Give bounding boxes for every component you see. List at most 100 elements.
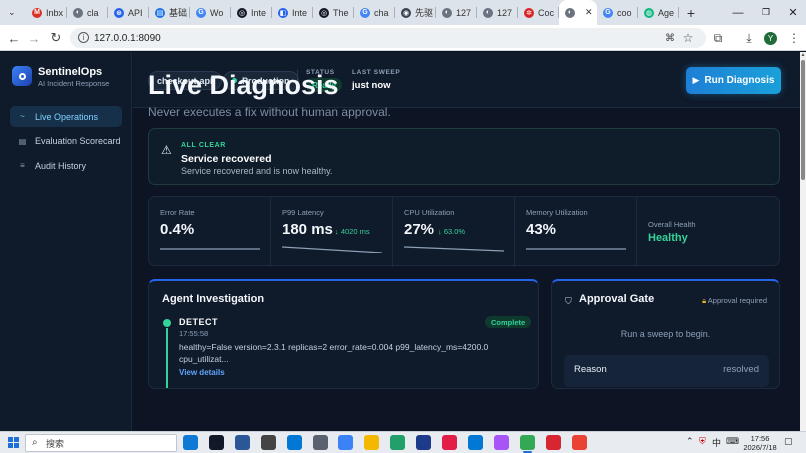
reload-button[interactable]: ↻ (46, 25, 66, 51)
download-icon[interactable]: ⤓ (741, 30, 757, 46)
step-status-dot (163, 319, 171, 327)
taskbar-app-chrome-icon[interactable] (519, 435, 535, 453)
tray-chevron-icon[interactable]: ⌃ (686, 436, 694, 447)
minimize-button[interactable]: — (724, 0, 752, 25)
tab-label: 127 (456, 7, 472, 18)
browser-tab[interactable]: ◐ 127 (477, 0, 518, 25)
browser-tab[interactable]: ◐ cla (67, 0, 108, 25)
browser-tab[interactable]: Gcha (354, 0, 395, 25)
reason-row: Reason resolved (564, 355, 769, 387)
keyboard-tray-icon[interactable]: ⌨ (726, 436, 739, 447)
alert-title: Service recovered (181, 153, 272, 165)
windows-start-icon[interactable] (8, 437, 19, 448)
step-details-line: healthy=False version=2.3.1 replicas=2 e… (179, 342, 489, 352)
taskbar-app-calendar-icon[interactable] (338, 435, 354, 450)
taskbar-search-input[interactable]: ⌕ 搜索 (25, 434, 177, 452)
tab-favicon-icon: ◎ (237, 7, 247, 18)
tab-search-button[interactable]: ⌄ (0, 0, 26, 25)
taskbar-app-notepad-icon[interactable] (312, 435, 328, 450)
taskbar-app-app13-icon[interactable] (493, 435, 509, 450)
taskbar-app-app5-icon[interactable] (286, 435, 302, 450)
tab-favicon-icon: ◐ (565, 7, 575, 18)
tab-favicon-icon: ◧ (278, 7, 288, 18)
taskbar-app-box-icon[interactable] (260, 435, 276, 450)
scrollbar-thumb[interactable] (801, 60, 805, 180)
close-tab-icon[interactable]: ✕ (585, 7, 593, 18)
taskbar-app-edge-icon[interactable] (183, 435, 198, 450)
tab-active[interactable]: ◐ ✕ (559, 0, 597, 25)
page-scrollbar[interactable]: ▲ (800, 52, 806, 431)
approval-message: Run a sweep to begin. (620, 329, 711, 339)
taskbar-app-app9-icon[interactable] (390, 435, 406, 450)
browser-tab[interactable]: ◎ Inte (231, 0, 272, 25)
taskbar-app-app10-icon[interactable] (416, 435, 432, 450)
windows-taskbar: ⌕ 搜索 ⌃ ⛨ 中 ⌨ 17:56 2026/7/18 ▢ (0, 431, 806, 453)
sidebar: SentinelOps AI Incident Response ~ Live O… (0, 52, 132, 431)
view-details-link[interactable]: View details (179, 368, 225, 377)
browser-tab[interactable]: ◐ 127 (436, 0, 477, 25)
browser-tab[interactable]: M Inbx (26, 0, 67, 25)
metrics-panel: Error Rate 0.4% P99 Latency 180 ms ↓ 402… (148, 196, 780, 267)
metric-memory-utilization: Memory Utilization 43% (515, 197, 636, 267)
browser-tab[interactable]: ▤ 基础 (149, 0, 190, 25)
metric-cpu-utilization: CPU Utilization 27% ↓ 63.0% (393, 197, 514, 267)
maximize-button[interactable]: ❐ (752, 0, 780, 25)
metric-value: 43% (526, 221, 557, 238)
browser-tab[interactable]: ◧ Inte (272, 0, 313, 25)
reason-label: Reason (574, 364, 607, 375)
browser-tab[interactable]: ⊛ API (108, 0, 149, 25)
run-diagnosis-button[interactable]: ▶ Run Diagnosis (686, 67, 781, 94)
tab-label: Coc (538, 7, 555, 18)
browser-tab[interactable]: ◉ 先驱 (395, 0, 436, 25)
taskbar-app-chrome2-icon[interactable] (571, 435, 587, 450)
metric-value: 180 ms (282, 221, 333, 238)
step-details: healthy=False version=2.3.1 replicas=2 e… (179, 341, 509, 365)
overall-health-value: Healthy (648, 232, 688, 244)
step-complete-badge: Complete (485, 316, 532, 328)
new-tab-button[interactable]: + (679, 0, 703, 25)
browser-tab[interactable]: Gcoo (597, 0, 638, 25)
sparkline (404, 246, 504, 252)
bookmark-star-icon[interactable]: ☆ (680, 30, 696, 46)
browser-tab[interactable]: ◍ Age (638, 0, 679, 25)
site-info-icon[interactable]: i (78, 32, 89, 43)
sidebar-item-evaluation-scorecard[interactable]: ▤ Evaluation Scorecard (10, 131, 122, 152)
sidebar-item-live-operations[interactable]: ~ Live Operations (10, 106, 122, 127)
card-title: Agent Investigation (162, 293, 265, 305)
back-button[interactable]: ← (4, 25, 24, 51)
last-sweep-label: LAST SWEEP (352, 69, 401, 76)
taskbar-app-wps-icon[interactable] (545, 435, 561, 450)
translate-icon[interactable]: ⌘ (662, 30, 678, 46)
browser-tab[interactable]: ✲ Coc (518, 0, 559, 25)
approval-required-label: 🔒︎ Approval required (702, 296, 767, 306)
metric-delta: ↓ 4020 ms (335, 227, 370, 236)
forward-button[interactable]: → (24, 25, 44, 51)
taskbar-app-files-icon[interactable] (364, 435, 380, 450)
taskbar-app-pycharm-icon[interactable] (208, 435, 224, 450)
sidebar-item-audit-history[interactable]: ≡ Audit History (10, 155, 122, 176)
antivirus-tray-icon[interactable]: ⛨ (699, 436, 706, 447)
taskbar-app-vscode-icon[interactable] (467, 435, 483, 450)
browser-tab[interactable]: ◎ The (313, 0, 354, 25)
clock-time: 17:56 (750, 434, 770, 443)
tab-favicon-icon: ▤ (155, 7, 165, 18)
browser-tab[interactable]: G Wo (190, 0, 231, 25)
tab-favicon-icon: ◐ (73, 7, 83, 18)
brand-name: SentinelOps (38, 66, 103, 78)
extensions-icon[interactable]: ⧉ (710, 30, 726, 46)
close-window-button[interactable]: ✕ (779, 0, 806, 25)
tab-favicon-icon: ⊛ (114, 7, 124, 18)
profile-avatar[interactable]: Y (764, 32, 777, 45)
taskbar-clock[interactable]: 17:56 2026/7/18 (742, 434, 778, 452)
overall-health: Overall Health Healthy (637, 197, 780, 267)
ime-indicator[interactable]: 中 (712, 436, 721, 449)
tab-favicon-icon: ✲ (524, 7, 534, 18)
taskbar-app-app3-icon[interactable] (234, 435, 250, 450)
taskbar-app-app11-icon[interactable] (442, 435, 457, 450)
overall-health-label: Overall Health (648, 220, 696, 229)
browser-menu-icon[interactable]: ⋮ (786, 30, 802, 46)
sidebar-item-label: Live Operations (35, 111, 99, 122)
notification-icon[interactable]: ▢ (784, 436, 793, 447)
scroll-up-arrow[interactable]: ▲ (800, 52, 806, 58)
url-input[interactable]: i 127.0.0.1:8090 (70, 28, 706, 48)
